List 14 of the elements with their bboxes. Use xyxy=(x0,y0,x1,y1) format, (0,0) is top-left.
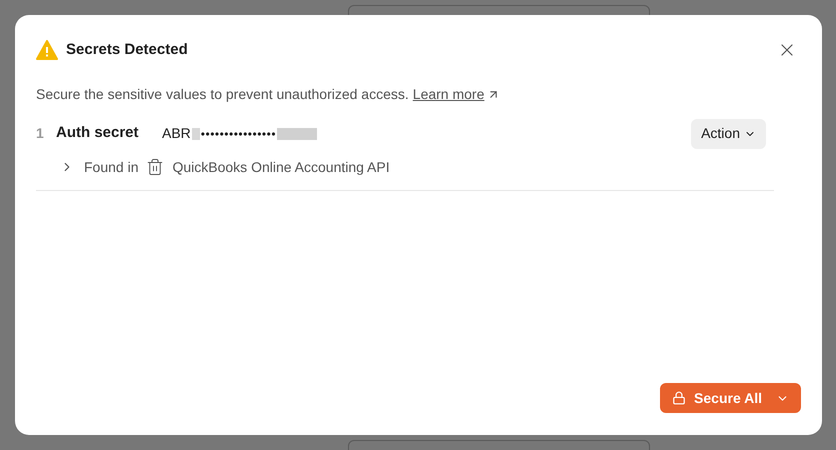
collection-name: QuickBooks Online Accounting API xyxy=(172,158,390,177)
secret-value: ABR xyxy=(162,124,191,143)
action-button[interactable]: Action xyxy=(691,118,766,148)
redacted-mark xyxy=(277,128,318,140)
warning-icon xyxy=(36,40,58,60)
row-number: 1 xyxy=(36,124,45,143)
lock-icon xyxy=(672,391,686,405)
redacted-mark xyxy=(192,128,200,140)
secret-name: Auth secret xyxy=(56,123,140,144)
found-in-label: Found in xyxy=(84,158,138,176)
dialog-title: Secrets Detected xyxy=(66,40,188,60)
description: Secure the sensitive values to prevent unauthorized access. xyxy=(36,84,409,104)
masked-value: •••••••••••••••• xyxy=(200,126,276,142)
learn-more-link[interactable]: Learn more xyxy=(412,84,484,104)
